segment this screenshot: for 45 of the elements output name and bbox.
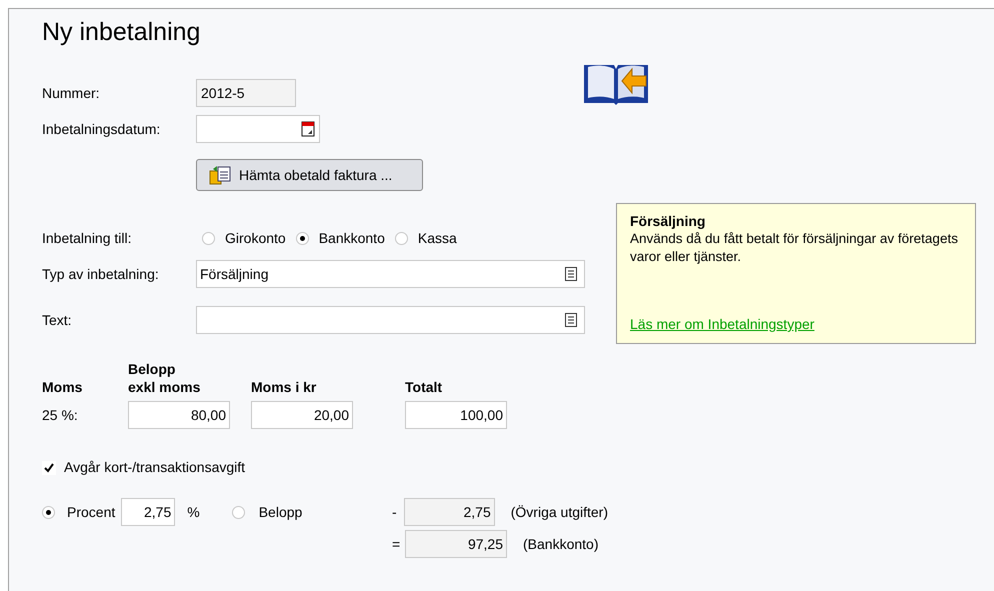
field-label: Typ av inbetalning: xyxy=(42,264,160,284)
radio-label[interactable]: Procent xyxy=(67,502,116,522)
column-header: Moms xyxy=(42,378,82,396)
info-text: Används då du fått betalt för försäljningar av företagets varor eller tjänster. xyxy=(630,230,959,266)
amount-field[interactable]: 20,00 xyxy=(251,401,353,429)
number-field[interactable]: 2012-5 xyxy=(196,79,296,107)
field-label: Inbetalning till: xyxy=(42,229,133,248)
page-title: Ny inbetalning xyxy=(42,17,200,47)
fetch-invoice-button[interactable]: Hämta obetald faktura ... xyxy=(196,159,423,191)
operator-sign: - xyxy=(392,502,398,522)
invoice-icon xyxy=(209,165,231,185)
percent-unit: % xyxy=(187,502,200,522)
calendar-icon[interactable] xyxy=(301,121,315,137)
field-label: Nummer: xyxy=(42,84,101,102)
info-title: Försäljning xyxy=(630,213,706,230)
account-note: (Bankkonto) xyxy=(523,534,598,554)
radio-button[interactable] xyxy=(202,232,215,245)
text-field[interactable] xyxy=(196,306,585,334)
radio-button[interactable] xyxy=(232,506,245,518)
operator-sign: = xyxy=(392,534,402,554)
result-field: 97,25 xyxy=(405,530,507,558)
column-header: Moms i kr xyxy=(251,378,316,396)
result-field: 2,75 xyxy=(404,498,495,526)
radio-label[interactable]: Girokonto xyxy=(225,228,286,249)
field-label: Text: xyxy=(42,310,73,330)
radio-button[interactable] xyxy=(42,506,55,518)
date-field[interactable] xyxy=(196,115,320,143)
column-header: Totalt xyxy=(405,378,442,396)
checkbox-label[interactable]: Avgår kort-/transaktionsavgift xyxy=(64,457,246,478)
amount-field[interactable]: 80,00 xyxy=(128,401,230,429)
checkbox[interactable] xyxy=(42,460,56,474)
field-label: Inbetalningsdatum: xyxy=(42,120,162,139)
account-note: (Övriga utgifter) xyxy=(510,502,608,522)
radio-button[interactable] xyxy=(296,232,309,245)
radio-button[interactable] xyxy=(394,232,408,245)
column-header: Belopp exkl moms xyxy=(128,360,200,396)
amount-field[interactable]: 100,00 xyxy=(405,401,507,429)
radio-label[interactable]: Bankkonto xyxy=(318,228,385,249)
list-icon[interactable] xyxy=(564,312,578,328)
list-icon[interactable] xyxy=(564,266,578,282)
percent-field[interactable]: 2,75 xyxy=(121,498,176,526)
radio-label[interactable]: Belopp xyxy=(258,502,302,522)
radio-label[interactable]: Kassa xyxy=(418,228,457,249)
vat-rate-label: 25 %: xyxy=(42,406,78,424)
payment-type-field[interactable]: Försäljning xyxy=(196,260,585,288)
